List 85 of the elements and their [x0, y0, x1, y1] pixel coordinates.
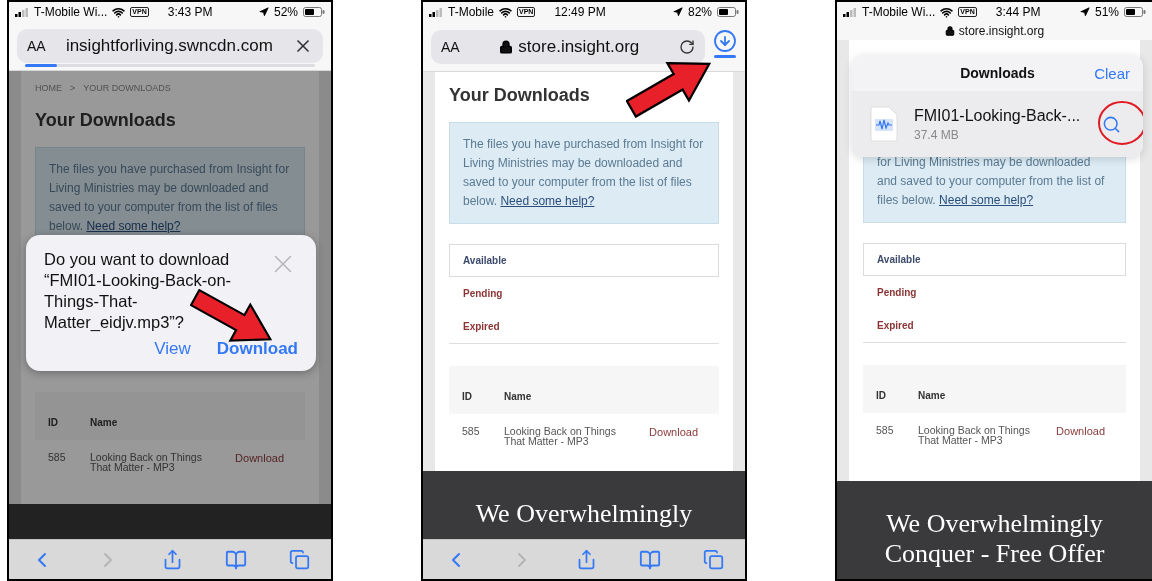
battery-percent: 82%	[687, 5, 712, 19]
help-link[interactable]: Need some help?	[939, 193, 1034, 207]
clock-time: 3:43 PM	[167, 5, 213, 19]
download-link[interactable]: Download	[1056, 425, 1105, 437]
popover-title: Downloads	[960, 65, 1035, 81]
bookmarks-button[interactable]	[225, 548, 247, 571]
signal-icon	[15, 7, 29, 17]
table-cell-text: Looking Back on Things That Matter - MP3	[90, 452, 203, 472]
help-link[interactable]: Need some help?	[86, 219, 181, 233]
text-size-button[interactable]: AA	[441, 38, 460, 55]
carrier-name: T-Mobile Wi...	[862, 5, 936, 19]
column-header: Name	[90, 417, 119, 428]
table-cell-text: 585	[462, 426, 481, 436]
url-text: store.insight.org	[958, 24, 1045, 38]
battery-icon	[1124, 7, 1146, 17]
download-item[interactable]: FMI01-Looking-Back-... 37.4 MB	[852, 91, 1143, 157]
help-link[interactable]: Need some help?	[500, 194, 595, 208]
battery-percent: 51%	[1094, 5, 1119, 19]
file-size: 37.4 MB	[914, 127, 960, 142]
info-message: The files you have purchased from Insight for Living Ministries may be downloaded and saved to your computer from the list of files below. Need some help?	[449, 122, 719, 224]
page-title: Your Downloads	[35, 109, 177, 131]
signal-icon	[843, 7, 857, 17]
clear-button[interactable]: Clear	[1094, 64, 1130, 82]
carrier-name: T-Mobile	[448, 5, 494, 19]
column-header: Name	[918, 390, 947, 401]
battery-icon	[303, 7, 325, 17]
filter-tab[interactable]: Pending	[863, 276, 1126, 309]
download-link[interactable]: Download	[235, 452, 284, 464]
dialog-button[interactable]: View	[154, 339, 191, 359]
filter-tab[interactable]: Available	[449, 244, 719, 277]
location-icon	[258, 7, 269, 17]
table-cell-text: Looking Back on Things That Matter - MP3	[918, 425, 1031, 445]
tabs-button[interactable]	[703, 549, 724, 570]
file-name: FMI01-Looking-Back-...	[914, 106, 1082, 125]
filter-tab[interactable]: Pending	[449, 277, 719, 310]
audio-file-icon	[870, 106, 898, 142]
table-cell-text: Looking Back on Things That Matter - MP3	[504, 426, 617, 446]
battery-percent: 52%	[273, 5, 298, 19]
reload-button[interactable]	[679, 38, 695, 55]
location-icon	[672, 7, 683, 17]
tabs-icon	[289, 549, 310, 570]
location-icon	[1079, 7, 1090, 17]
carrier-name: T-Mobile Wi...	[34, 5, 108, 19]
signal-icon	[429, 7, 443, 17]
address-bar[interactable]: AA store.insight.org	[431, 29, 705, 64]
breadcrumb-separator: >	[70, 83, 76, 93]
book-icon	[225, 548, 247, 571]
column-header: ID	[48, 417, 59, 428]
wifi-icon	[112, 5, 126, 19]
battery-icon	[717, 7, 739, 17]
clock-time: 3:44 PM	[995, 5, 1041, 19]
download-icon	[713, 29, 737, 53]
highlight-ring	[1097, 100, 1143, 146]
filter-tab[interactable]: Expired	[449, 310, 719, 343]
banner-heading: We Overwhelmingly	[475, 499, 693, 529]
wifi-icon	[499, 5, 512, 19]
tabs-button[interactable]	[289, 549, 310, 570]
banner-heading: We Overwhelmingly	[886, 509, 1103, 539]
column-header: Name	[504, 391, 533, 402]
search-button[interactable]	[1102, 114, 1121, 134]
dialog-message: Do you want to download “FMI01-Looking-Back-on-Things-That-Matter_eidjv.mp3”?	[44, 249, 233, 333]
filter-tab[interactable]: Expired	[863, 309, 1126, 342]
wifi-icon	[940, 5, 954, 19]
share-icon	[162, 549, 183, 570]
bookmarks-button[interactable]	[639, 548, 661, 571]
filter-tab[interactable]: Available	[863, 243, 1126, 276]
download-link[interactable]: Download	[649, 426, 698, 438]
book-icon	[639, 548, 661, 571]
dialog-button[interactable]: Download	[216, 339, 298, 359]
tabs-icon	[703, 549, 724, 570]
text-size-button[interactable]: AA	[27, 38, 46, 54]
share-button[interactable]	[576, 549, 597, 570]
share-button[interactable]	[162, 549, 183, 570]
column-header: ID	[876, 390, 887, 401]
banner-heading: Conquer - Free Offer	[884, 539, 1105, 569]
table-cell-text: 585	[48, 452, 67, 462]
table-cell-text: 585	[876, 425, 895, 435]
search-icon	[1102, 114, 1121, 134]
reload-icon	[679, 38, 695, 55]
clock-time: 12:49 PM	[554, 5, 606, 19]
url-text: store.insight.org	[518, 36, 640, 57]
column-header: ID	[462, 391, 473, 402]
url-text: insightforliving.swncdn.com	[65, 36, 273, 56]
page-title: Your Downloads	[449, 84, 591, 106]
share-icon	[576, 549, 597, 570]
